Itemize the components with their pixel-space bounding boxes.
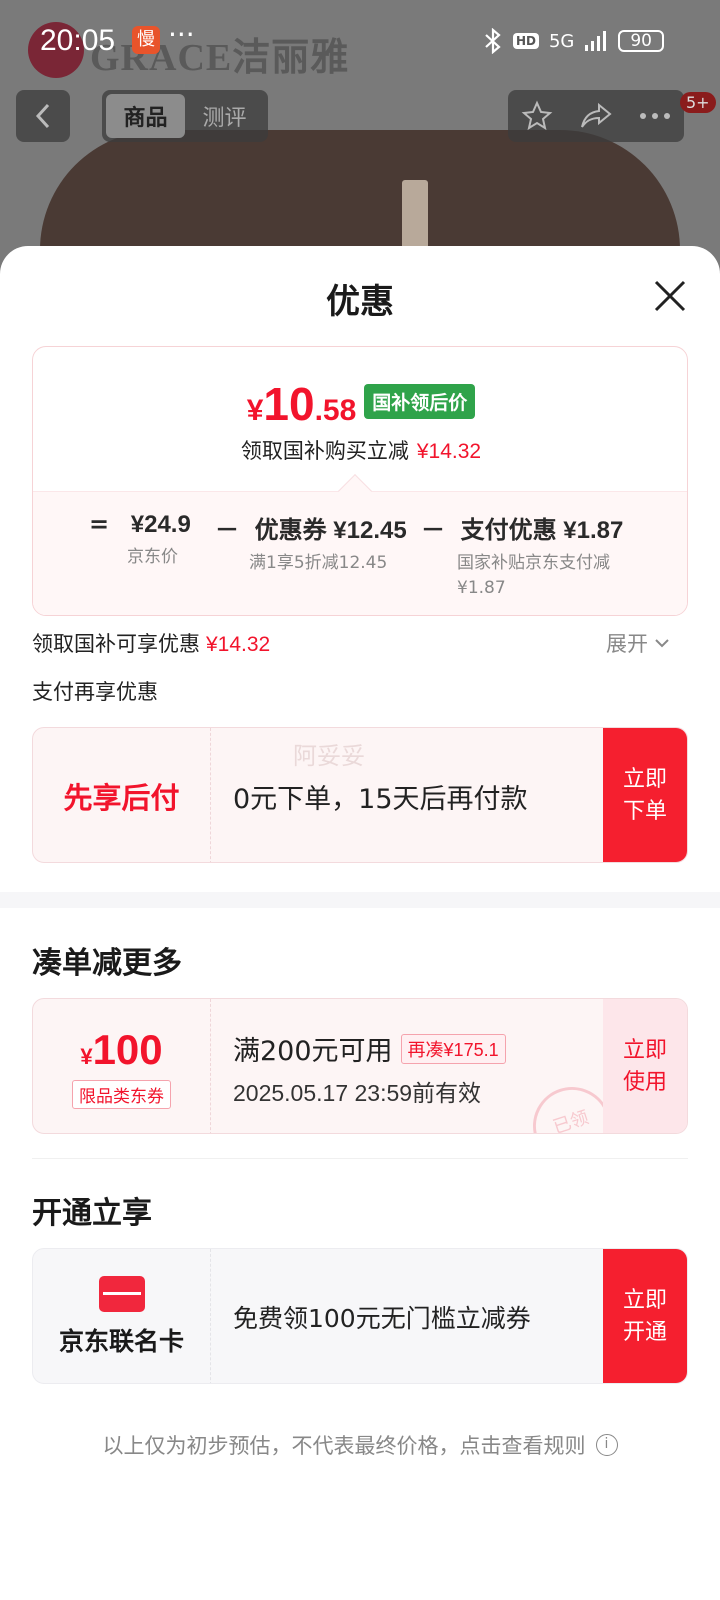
back-button[interactable]: [16, 90, 70, 142]
star-icon[interactable]: [521, 100, 553, 132]
membership-card: 京东联名卡 免费领100元无门槛立减券 立即开通: [32, 1248, 688, 1384]
bnpl-title: 先享后付: [33, 728, 211, 862]
signal-icon: [585, 31, 607, 51]
nav-tabs: 商品 测评: [102, 90, 268, 142]
formula-item-payment: － 支付优惠 ¥1.87 国家补贴京东支付减¥1.87: [421, 516, 624, 598]
final-price-area: ¥10.58 国补领后价 领取国补购买立减 ¥14.32: [33, 347, 687, 491]
status-indicators: HD 5G 90: [483, 28, 664, 54]
membership-description: 免费领100元无门槛立减券: [233, 1304, 531, 1333]
tab-product[interactable]: 商品: [106, 94, 185, 138]
nav-actions: [508, 90, 684, 142]
coupon-amount: ¥100: [80, 1025, 163, 1073]
expand-button[interactable]: 展开: [606, 628, 670, 658]
tab-review[interactable]: 测评: [185, 94, 264, 138]
network-label: 5G: [548, 30, 575, 52]
status-time: 20:05: [40, 24, 116, 57]
activate-now-button[interactable]: 立即开通: [603, 1249, 687, 1383]
coupon-info: 满200元可用 再凑¥175.1 2025.05.17 23:59前有效: [233, 1029, 506, 1108]
product-image-tag: [402, 180, 428, 250]
membership-section-title: 开通立享: [32, 1196, 152, 1231]
hd-icon: HD: [512, 33, 539, 49]
order-now-button[interactable]: 立即下单: [603, 728, 687, 862]
discount-sheet: 优惠 ¥10.58 国补领后价 领取国补购买立减 ¥14.32 = ¥24.9 京…: [0, 246, 720, 1600]
message-count-badge: 5+: [680, 92, 716, 113]
bnpl-description: 0元下单，15天后再付款: [233, 783, 528, 815]
final-price: ¥10.58: [246, 378, 357, 430]
status-bar: 20:05 慢 ··· HD 5G 90: [0, 0, 720, 80]
price-subtitle: 领取国补购买立减 ¥14.32: [240, 439, 482, 463]
coupon-card: ¥100 限品类东券 满200元可用 再凑¥175.1 2025.05.17 2…: [32, 998, 688, 1134]
coupon-type-badge: 限品类东券: [72, 1079, 171, 1109]
bnpl-card: 先享后付 阿妥妥 0元下单，15天后再付款 立即下单: [32, 727, 688, 863]
subsidy-discount-line: 领取国补可享优惠 ¥14.32: [32, 632, 271, 656]
close-icon[interactable]: [650, 276, 690, 316]
pay-section-label: 支付再享优惠: [32, 680, 158, 704]
chevron-down-icon: [655, 639, 669, 648]
formula-item-coupon: － 优惠券 ¥12.45 满1享5折减12.45: [215, 516, 407, 573]
section-divider: [0, 892, 720, 908]
price-breakdown-card: ¥10.58 国补领后价 领取国补购买立减 ¥14.32 = ¥24.9 京东价 …: [32, 346, 688, 616]
more-icon[interactable]: [639, 112, 671, 120]
need-more-badge: 再凑¥175.1: [400, 1033, 506, 1064]
price-formula: = ¥24.9 京东价 － 优惠券 ¥12.45 满1享5折减12.45 － 支…: [33, 491, 687, 615]
app-notification-icon: 慢: [132, 26, 160, 54]
share-icon[interactable]: [579, 101, 613, 131]
cobrand-card-area: 京东联名卡: [33, 1249, 211, 1383]
coupon-amount-area: ¥100 限品类东券: [33, 999, 211, 1133]
coupon-expiry: 2025.05.17 23:59前有效: [233, 1080, 482, 1106]
bluetooth-icon: [485, 28, 501, 54]
formula-item-base: = ¥24.9 京东价: [89, 510, 191, 567]
rules-note[interactable]: 以上仅为初步预估，不代表最终价格，点击查看规则 i: [0, 1430, 720, 1460]
sheet-title: 优惠: [326, 282, 394, 322]
use-coupon-button[interactable]: 立即使用: [603, 999, 687, 1133]
more-notifications-icon: ···: [168, 18, 195, 51]
info-icon: i: [595, 1434, 618, 1456]
thin-divider: [32, 1158, 688, 1159]
subtitle-amount: ¥14.32: [416, 440, 482, 463]
cobrand-card-name: 京东联名卡: [58, 1327, 184, 1356]
chevron-left-icon: [35, 103, 50, 129]
credit-card-icon: [98, 1276, 145, 1312]
bundle-section-title: 凑单减更多: [32, 946, 182, 981]
subsidy-price-tag: 国补领后价: [364, 384, 476, 419]
battery-icon: 90: [618, 30, 664, 52]
coupon-condition: 满200元可用: [233, 1036, 393, 1067]
